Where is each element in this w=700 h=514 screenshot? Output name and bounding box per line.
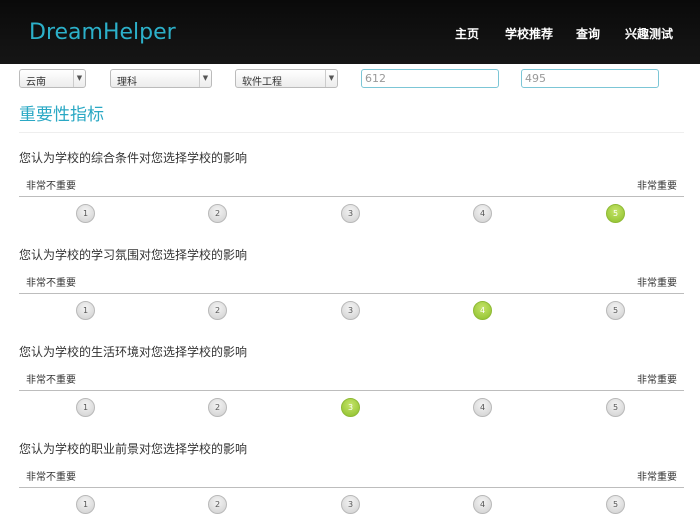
rating-option-4[interactable]: 4 bbox=[473, 204, 492, 223]
rating-option-1[interactable]: 1 bbox=[76, 495, 95, 514]
section-title: 重要性指标 bbox=[19, 105, 104, 125]
top-navbar: DreamHelper 主页 学校推荐 查询 兴趣测试 bbox=[0, 0, 700, 64]
province-select-value: 云南 bbox=[26, 77, 46, 88]
scale-label-low: 非常不重要 bbox=[26, 472, 76, 483]
nav-item-school-recommend[interactable]: 学校推荐 bbox=[505, 25, 553, 42]
rating-option-3[interactable]: 3 bbox=[341, 495, 360, 514]
score-input[interactable]: 612 bbox=[361, 69, 499, 88]
scale-label-low: 非常不重要 bbox=[26, 181, 76, 192]
question-title: 您认为学校的综合条件对您选择学校的影响 bbox=[19, 151, 248, 165]
chevron-down-icon: ▼ bbox=[325, 70, 337, 87]
rating-option-5[interactable]: 5 bbox=[606, 301, 625, 320]
major-select[interactable]: 软件工程 ▼ bbox=[235, 69, 338, 88]
brand-logo[interactable]: DreamHelper bbox=[29, 20, 176, 45]
scale-label-high: 非常重要 bbox=[637, 375, 677, 386]
chevron-down-icon: ▼ bbox=[73, 70, 85, 87]
rating-option-1[interactable]: 1 bbox=[76, 204, 95, 223]
rating-option-1[interactable]: 1 bbox=[76, 398, 95, 417]
rating-option-5[interactable]: 5 bbox=[606, 204, 625, 223]
nav-item-home[interactable]: 主页 bbox=[455, 25, 479, 42]
nav-item-query[interactable]: 查询 bbox=[576, 25, 600, 42]
chevron-down-icon: ▼ bbox=[199, 70, 211, 87]
question-divider bbox=[19, 196, 684, 197]
rating-option-3[interactable]: 3 bbox=[341, 204, 360, 223]
rating-option-1[interactable]: 1 bbox=[76, 301, 95, 320]
rating-option-3[interactable]: 3 bbox=[341, 301, 360, 320]
subject-select[interactable]: 理科 ▼ bbox=[110, 69, 212, 88]
rating-option-4[interactable]: 4 bbox=[473, 398, 492, 417]
rating-option-2[interactable]: 2 bbox=[208, 204, 227, 223]
major-select-value: 软件工程 bbox=[242, 77, 282, 88]
scale-label-high: 非常重要 bbox=[637, 472, 677, 483]
rating-option-3[interactable]: 3 bbox=[341, 398, 360, 417]
section-divider bbox=[19, 132, 684, 133]
question-divider bbox=[19, 293, 684, 294]
rating-option-4[interactable]: 4 bbox=[473, 495, 492, 514]
question-title: 您认为学校的职业前景对您选择学校的影响 bbox=[19, 442, 248, 456]
province-select[interactable]: 云南 ▼ bbox=[19, 69, 86, 88]
subject-select-value: 理科 bbox=[117, 77, 137, 88]
rating-option-2[interactable]: 2 bbox=[208, 301, 227, 320]
question-divider bbox=[19, 487, 684, 488]
question-title: 您认为学校的生活环境对您选择学校的影响 bbox=[19, 345, 248, 359]
rating-option-5[interactable]: 5 bbox=[606, 495, 625, 514]
nav-item-interest-test[interactable]: 兴趣测试 bbox=[625, 25, 673, 42]
scale-label-low: 非常不重要 bbox=[26, 278, 76, 289]
rating-option-2[interactable]: 2 bbox=[208, 495, 227, 514]
scale-label-low: 非常不重要 bbox=[26, 375, 76, 386]
rating-option-4[interactable]: 4 bbox=[473, 301, 492, 320]
scale-label-high: 非常重要 bbox=[637, 181, 677, 192]
rating-option-2[interactable]: 2 bbox=[208, 398, 227, 417]
rank-input[interactable]: 495 bbox=[521, 69, 659, 88]
question-title: 您认为学校的学习氛围对您选择学校的影响 bbox=[19, 248, 248, 262]
rating-option-5[interactable]: 5 bbox=[606, 398, 625, 417]
scale-label-high: 非常重要 bbox=[637, 278, 677, 289]
question-divider bbox=[19, 390, 684, 391]
